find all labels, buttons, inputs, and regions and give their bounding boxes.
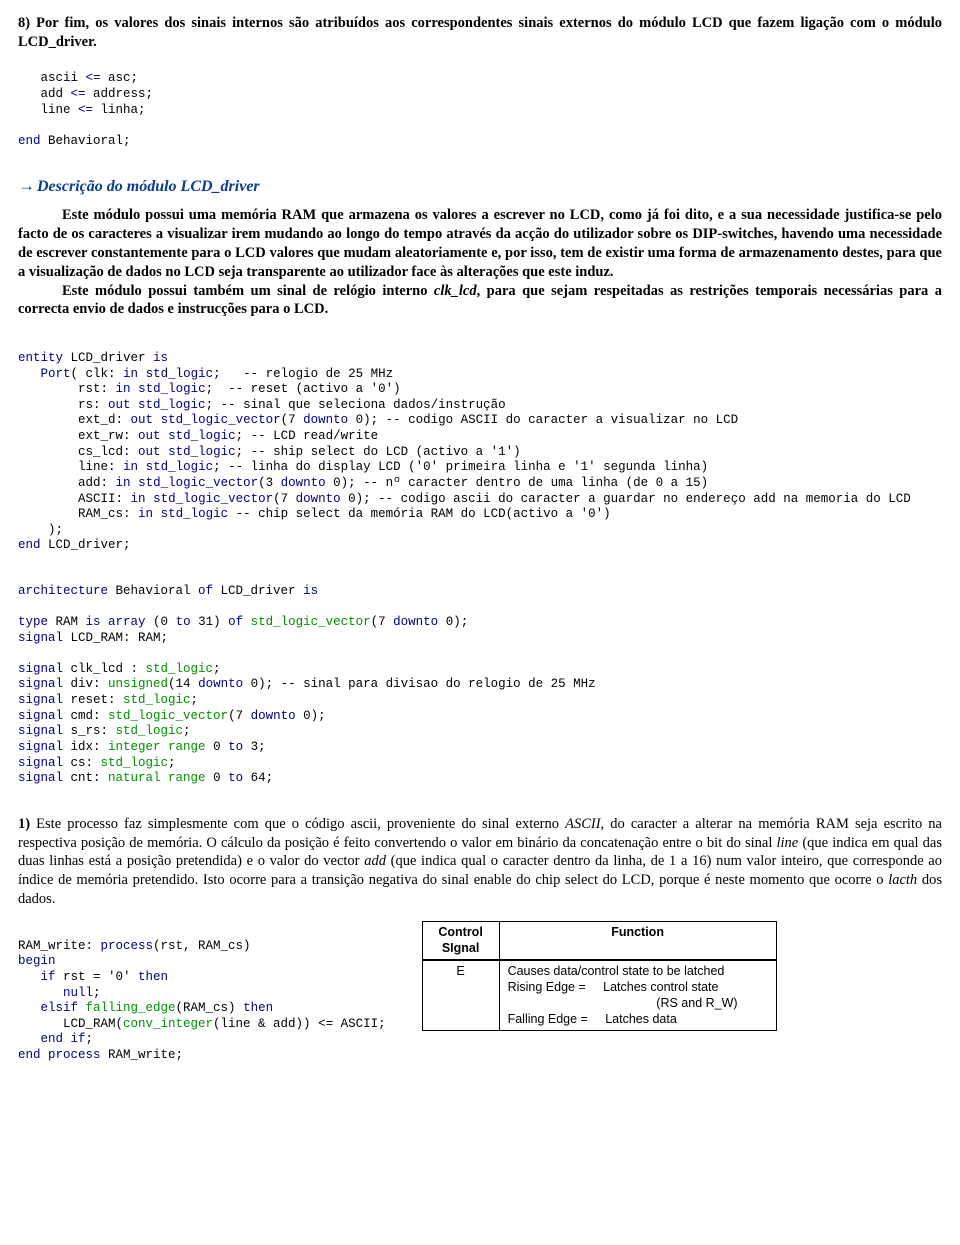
th-function: Function (499, 922, 776, 960)
code-line: cs_lcd: out std_logic; -- ship select do… (18, 445, 521, 459)
intro-paragraph-8: 8) Por fim, os valores dos sinais intern… (18, 14, 942, 52)
code-line: entity LCD_driver is (18, 351, 168, 365)
control-signal-table: Control SIgnal Function E Causes data/co… (422, 921, 777, 1031)
code-line: signal cs: std_logic; (18, 756, 176, 770)
section-heading: →Descrição do módulo LCD_driver (18, 175, 942, 198)
th-control-signal: Control SIgnal (422, 922, 499, 960)
code-line: RAM_write: process(rst, RAM_cs) (18, 939, 251, 953)
cell-signal: E (422, 960, 499, 1031)
code-line: elsif falling_edge(RAM_cs) then (18, 1001, 273, 1015)
code-line: signal cnt: natural range 0 to 64; (18, 771, 273, 785)
func-line-2: Rising Edge = Latches control state (508, 979, 768, 995)
cell-function: Causes data/control state to be latched … (499, 960, 776, 1031)
ascii-term: ASCII, (565, 816, 604, 832)
code-line: line: in std_logic; -- linha do display … (18, 460, 708, 474)
heading-text: Descrição do módulo LCD_driver (37, 178, 260, 195)
code-line: end process RAM_write; (18, 1048, 183, 1062)
code-line: type RAM is array (0 to 31) of std_logic… (18, 615, 468, 629)
p1-index: 1) (18, 816, 30, 832)
func-line-2b: (RS and R_W) (508, 995, 768, 1011)
code-line: if rst = '0' then (18, 970, 168, 984)
code-line: end LCD_driver; (18, 538, 131, 552)
code-line: signal div: unsigned(14 downto 0); -- si… (18, 677, 596, 691)
code-block-1: ascii <= asc; add <= address; line <= li… (18, 56, 942, 150)
code-line: end if; (18, 1032, 93, 1046)
arrow-icon: → (18, 176, 35, 195)
desc1-text: Este módulo possui uma memória RAM que a… (18, 207, 942, 280)
code-line: signal cmd: std_logic_vector(7 downto 0)… (18, 709, 326, 723)
add-term: add (364, 853, 386, 869)
desc-paragraph-1: Este módulo possui uma memória RAM que a… (18, 206, 942, 281)
code-line: architecture Behavioral of LCD_driver is (18, 584, 318, 598)
code-line: signal clk_lcd : std_logic; (18, 662, 221, 676)
table-row: E Causes data/control state to be latche… (422, 960, 776, 1031)
line-term: line (776, 835, 798, 851)
code-line: null; (18, 986, 101, 1000)
table-header-row: Control SIgnal Function (422, 922, 776, 960)
code-process: RAM_write: process(rst, RAM_cs) begin if… (18, 923, 386, 1079)
code-line: line <= linha; (18, 103, 146, 117)
code-line: LCD_RAM(conv_integer(line & add)) <= ASC… (18, 1017, 386, 1031)
code-line: ext_d: out std_logic_vector(7 downto 0);… (18, 413, 738, 427)
code-line: ascii <= asc; (18, 71, 138, 85)
code-line: rs: out std_logic; -- sinal que selecion… (18, 398, 506, 412)
lacth-term: lacth (888, 872, 917, 888)
code-line: begin (18, 954, 56, 968)
code-line: add <= address; (18, 87, 153, 101)
code-line: ext_rw: out std_logic; -- LCD read/write (18, 429, 378, 443)
code-line: signal reset: std_logic; (18, 693, 198, 707)
code-line: signal idx: integer range 0 to 3; (18, 740, 266, 754)
code-line: Port( clk: in std_logic; -- relogio de 2… (18, 367, 393, 381)
bottom-row: RAM_write: process(rst, RAM_cs) begin if… (18, 919, 942, 1083)
code-line: signal s_rs: std_logic; (18, 724, 191, 738)
code-line: ); (18, 523, 63, 537)
code-architecture: architecture Behavioral of LCD_driver is… (18, 568, 942, 787)
code-line: rst: in std_logic; -- reset (activo a '0… (18, 382, 401, 396)
code-line: add: in std_logic_vector(3 downto 0); --… (18, 476, 708, 490)
code-line: ASCII: in std_logic_vector(7 downto 0); … (18, 492, 911, 506)
code-line: RAM_cs: in std_logic -- chip select da m… (18, 507, 611, 521)
func-line-1: Causes data/control state to be latched (508, 963, 768, 979)
intro-text: 8) Por fim, os valores dos sinais intern… (18, 15, 942, 50)
code-line: end Behavioral; (18, 134, 131, 148)
clk-lcd-term: clk_lcd (434, 283, 477, 299)
desc-paragraph-2: Este módulo possui também um sinal de re… (18, 282, 942, 320)
code-entity: entity LCD_driver is Port( clk: in std_l… (18, 335, 942, 554)
paragraph-1: 1) Este processo faz simplesmente com qu… (18, 815, 942, 909)
func-line-3: Falling Edge = Latches data (508, 1011, 768, 1027)
code-line: signal LCD_RAM: RAM; (18, 631, 168, 645)
